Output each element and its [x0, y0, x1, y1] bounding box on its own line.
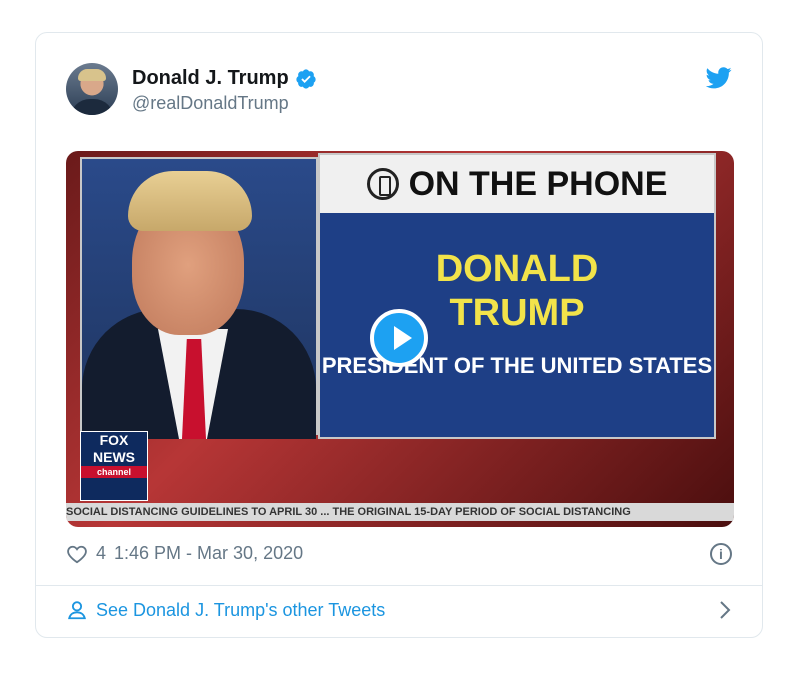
author-handle[interactable]: @realDonaldTrump	[132, 93, 289, 114]
phone-icon	[366, 168, 399, 200]
fox-news-logo: FOX NEWS channel	[80, 431, 148, 501]
verified-badge-icon	[296, 68, 316, 89]
heart-icon[interactable]	[66, 544, 88, 564]
avatar-hair	[78, 69, 106, 81]
twitter-bird-icon[interactable]	[706, 67, 732, 89]
other-tweets-label[interactable]: See Donald J. Trump's other Tweets	[96, 600, 385, 621]
video-right-panel: ON THE PHONE DONALD TRUMP PRESIDENT OF T…	[318, 153, 716, 439]
tweet-card[interactable]: Donald J. Trump @realDonaldTrump ON THE …	[35, 32, 763, 638]
video-left-panel	[80, 157, 318, 439]
video-person-hair	[128, 171, 252, 231]
divider	[36, 585, 762, 586]
phone-banner-text: ON THE PHONE	[408, 164, 668, 203]
chevron-right-icon[interactable]	[718, 599, 732, 621]
author-name-row: Donald J. Trump	[132, 67, 317, 90]
avatar-suit	[70, 99, 114, 115]
avatar[interactable]	[66, 63, 118, 115]
caller-name-line1: DONALD	[435, 248, 599, 290]
play-icon[interactable]	[370, 309, 428, 367]
person-icon	[68, 601, 86, 620]
news-ticker: SOCIAL DISTANCING GUIDELINES TO APRIL 30…	[66, 503, 734, 521]
other-tweets-link[interactable]: See Donald J. Trump's other Tweets	[66, 599, 385, 621]
info-icon[interactable]: i	[710, 543, 732, 565]
author-display-name[interactable]: Donald J. Trump	[132, 67, 289, 90]
phone-banner: ON THE PHONE	[320, 155, 714, 213]
logo-line2: NEWS	[93, 449, 135, 465]
logo-line3: channel	[81, 466, 147, 478]
logo-line1: FOX	[99, 432, 129, 448]
tweet-meta: 4 1:46 PM - Mar 30, 2020	[66, 543, 303, 564]
video-thumbnail[interactable]: ON THE PHONE DONALD TRUMP PRESIDENT OF T…	[66, 151, 734, 527]
like-count[interactable]: 4	[96, 543, 106, 564]
tweet-timestamp[interactable]: 1:46 PM - Mar 30, 2020	[114, 543, 303, 564]
